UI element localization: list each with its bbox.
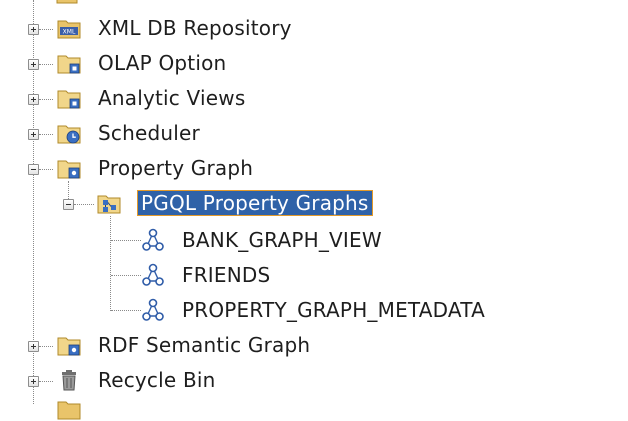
trash-icon [57,368,81,392]
tree-node-label[interactable]: Analytic Views [98,85,245,111]
tree-node-label[interactable]: Scheduler [98,120,200,146]
xml-folder-icon: XML [57,16,81,40]
graph-folder-icon [57,333,81,357]
expand-analytic-views[interactable] [28,94,39,105]
collapse-property-graph[interactable] [28,164,39,175]
tree-node-label[interactable]: FRIENDS [182,262,270,288]
expand-scheduler[interactable] [28,129,39,140]
folder-icon [55,0,79,6]
folder-icon [57,51,81,75]
expand-rdf-semantic-graph[interactable] [28,341,39,352]
folder-icon [57,397,81,421]
tree-node-label[interactable]: OLAP Option [98,50,226,76]
expand-xml-db-repository[interactable] [28,24,39,35]
graph-folder-icon [57,156,81,180]
graph-icon [141,228,165,252]
tree-node-label[interactable]: RDF Semantic Graph [98,332,310,358]
tree-node-label[interactable]: Recycle Bin [98,367,216,393]
expand-olap-option[interactable] [28,59,39,70]
tree-node-label[interactable]: Property Graph [98,155,253,181]
pgql-folder-icon [97,191,121,215]
collapse-pgql-property-graphs[interactable] [63,199,74,210]
graph-icon [141,263,165,287]
expand-recycle-bin[interactable] [28,376,39,387]
selected-tree-node-label[interactable]: PGQL Property Graphs [137,190,373,216]
folder-icon [57,86,81,110]
tree-node-label[interactable]: BANK_GRAPH_VIEW [182,227,382,253]
navigator-tree: XML XML DB Repository OLAP Option Analyt… [0,0,628,420]
tree-node-label[interactable]: XML DB Repository [98,15,292,41]
svg-text:XML: XML [63,29,76,36]
tree-node-label[interactable]: PROPERTY_GRAPH_METADATA [182,297,485,323]
graph-icon [141,298,165,322]
scheduler-folder-icon [57,121,81,145]
